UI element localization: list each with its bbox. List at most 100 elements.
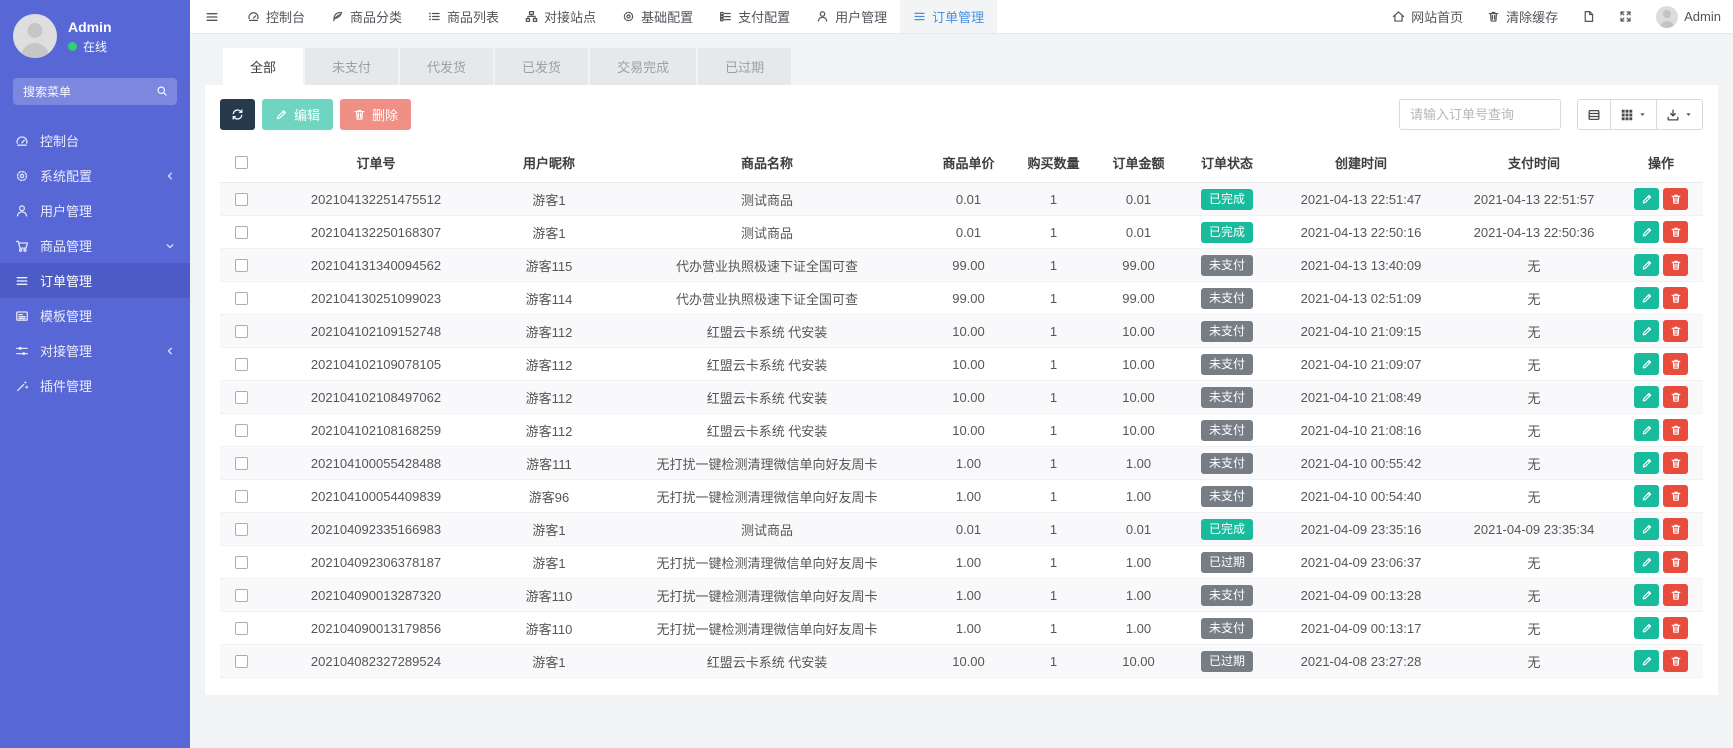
tab-expired[interactable]: 已过期 bbox=[698, 48, 792, 85]
order-search-input[interactable] bbox=[1399, 99, 1561, 130]
sidebar-item-orders[interactable]: 订单管理 bbox=[0, 263, 190, 298]
edit-row-button[interactable] bbox=[1634, 650, 1659, 672]
edit-row-button[interactable] bbox=[1634, 419, 1659, 441]
account-menu[interactable]: Admin bbox=[1644, 0, 1733, 33]
edit-row-button[interactable] bbox=[1634, 353, 1659, 375]
topbar-nav: 控制台 商品分类 商品列表 对接站点 基础配置 支付配置 用户管理 订单管理 bbox=[234, 0, 998, 33]
clear-cache-button[interactable]: 清除缓存 bbox=[1475, 0, 1570, 33]
topnav-dashboard[interactable]: 控制台 bbox=[234, 0, 318, 33]
refresh-icon bbox=[231, 108, 244, 121]
amount-cell: 10.00 bbox=[1096, 314, 1181, 348]
row-checkbox[interactable] bbox=[234, 225, 248, 239]
row-checkbox[interactable] bbox=[234, 621, 248, 635]
topnav-order-management[interactable]: 订单管理 bbox=[900, 0, 998, 33]
edit-row-button[interactable] bbox=[1634, 221, 1659, 243]
hamburger-icon bbox=[205, 10, 219, 24]
paid-cell: 2021-04-13 22:50:36 bbox=[1449, 215, 1619, 249]
delete-row-button[interactable] bbox=[1663, 650, 1688, 672]
pencil-icon bbox=[1641, 589, 1653, 601]
dashboard-icon bbox=[247, 10, 260, 23]
edit-row-button[interactable] bbox=[1634, 485, 1659, 507]
delete-button[interactable]: 删除 bbox=[340, 99, 412, 130]
sidebar-item-plugins[interactable]: 插件管理 bbox=[0, 368, 190, 403]
delete-row-button[interactable] bbox=[1663, 221, 1688, 243]
sidebar-item-users[interactable]: 用户管理 bbox=[0, 193, 190, 228]
export-button[interactable] bbox=[1656, 99, 1703, 130]
row-checkbox[interactable] bbox=[234, 324, 248, 338]
topnav-payment-config[interactable]: 支付配置 bbox=[706, 0, 803, 33]
price-cell: 1.00 bbox=[926, 578, 1011, 612]
row-checkbox[interactable] bbox=[234, 357, 248, 371]
row-checkbox[interactable] bbox=[234, 522, 248, 536]
delete-row-button[interactable] bbox=[1663, 254, 1688, 276]
edit-row-button[interactable] bbox=[1634, 518, 1659, 540]
edit-row-button[interactable] bbox=[1634, 617, 1659, 639]
delete-row-button[interactable] bbox=[1663, 320, 1688, 342]
row-checkbox[interactable] bbox=[234, 291, 248, 305]
sidebar-item-templates[interactable]: 模板管理 bbox=[0, 298, 190, 333]
price-cell: 0.01 bbox=[926, 512, 1011, 546]
edit-row-button[interactable] bbox=[1634, 551, 1659, 573]
delete-row-button[interactable] bbox=[1663, 518, 1688, 540]
delete-row-button[interactable] bbox=[1663, 485, 1688, 507]
fullscreen-button[interactable] bbox=[1607, 0, 1644, 33]
delete-row-button[interactable] bbox=[1663, 188, 1688, 210]
tab-all[interactable]: 全部 bbox=[223, 48, 304, 85]
edit-row-button[interactable] bbox=[1634, 254, 1659, 276]
nickname-cell: 游客112 bbox=[490, 347, 608, 381]
edit-button[interactable]: 编辑 bbox=[262, 99, 334, 130]
topnav-product-list[interactable]: 商品列表 bbox=[415, 0, 512, 33]
row-checkbox[interactable] bbox=[234, 489, 248, 503]
site-home-link[interactable]: 网站首页 bbox=[1380, 0, 1475, 33]
pencil-icon bbox=[1641, 358, 1653, 370]
toggle-search-button[interactable] bbox=[1577, 99, 1611, 130]
sidebar-item-docking[interactable]: 对接管理 bbox=[0, 333, 190, 368]
row-checkbox[interactable] bbox=[234, 258, 248, 272]
delete-row-button[interactable] bbox=[1663, 353, 1688, 375]
delete-row-button[interactable] bbox=[1663, 452, 1688, 474]
sidebar-toggle-button[interactable] bbox=[190, 0, 234, 33]
columns-button[interactable] bbox=[1610, 99, 1657, 130]
product-cell: 红盟云卡系统 代安装 bbox=[608, 380, 926, 414]
row-checkbox[interactable] bbox=[234, 555, 248, 569]
tab-to-ship[interactable]: 代发货 bbox=[400, 48, 494, 85]
select-all-checkbox[interactable] bbox=[234, 156, 248, 169]
price-cell: 10.00 bbox=[926, 314, 1011, 348]
refresh-button[interactable] bbox=[220, 99, 255, 130]
row-checkbox[interactable] bbox=[234, 192, 248, 206]
tab-unpaid[interactable]: 未支付 bbox=[305, 48, 399, 85]
created-cell: 2021-04-10 21:09:07 bbox=[1273, 347, 1449, 381]
edit-row-button[interactable] bbox=[1634, 452, 1659, 474]
actions-cell bbox=[1619, 479, 1703, 513]
sidebar-item-products[interactable]: 商品管理 bbox=[0, 228, 190, 263]
tab-shipped[interactable]: 已发货 bbox=[495, 48, 589, 85]
delete-row-button[interactable] bbox=[1663, 386, 1688, 408]
row-checkbox[interactable] bbox=[234, 654, 248, 668]
delete-row-button[interactable] bbox=[1663, 551, 1688, 573]
table-toolbar: 编辑 删除 bbox=[220, 99, 1703, 130]
qty-cell: 1 bbox=[1011, 644, 1096, 678]
topnav-user-management[interactable]: 用户管理 bbox=[803, 0, 900, 33]
delete-row-button[interactable] bbox=[1663, 584, 1688, 606]
edit-row-button[interactable] bbox=[1634, 386, 1659, 408]
edit-row-button[interactable] bbox=[1634, 584, 1659, 606]
language-button[interactable] bbox=[1570, 0, 1607, 33]
sidebar-item-system-config[interactable]: 系统配置 bbox=[0, 158, 190, 193]
delete-row-button[interactable] bbox=[1663, 419, 1688, 441]
row-checkbox[interactable] bbox=[234, 423, 248, 437]
tab-completed[interactable]: 交易完成 bbox=[590, 48, 697, 85]
topnav-product-category[interactable]: 商品分类 bbox=[318, 0, 415, 33]
edit-row-button[interactable] bbox=[1634, 320, 1659, 342]
topnav-docking-site[interactable]: 对接站点 bbox=[512, 0, 609, 33]
row-checkbox[interactable] bbox=[234, 390, 248, 404]
row-checkbox[interactable] bbox=[234, 456, 248, 470]
row-checkbox[interactable] bbox=[234, 588, 248, 602]
actions-cell bbox=[1619, 215, 1703, 249]
menu-search-input[interactable] bbox=[13, 78, 177, 105]
edit-row-button[interactable] bbox=[1634, 188, 1659, 210]
delete-row-button[interactable] bbox=[1663, 287, 1688, 309]
sidebar-item-dashboard[interactable]: 控制台 bbox=[0, 123, 190, 158]
delete-row-button[interactable] bbox=[1663, 617, 1688, 639]
edit-row-button[interactable] bbox=[1634, 287, 1659, 309]
topnav-basic-config[interactable]: 基础配置 bbox=[609, 0, 706, 33]
